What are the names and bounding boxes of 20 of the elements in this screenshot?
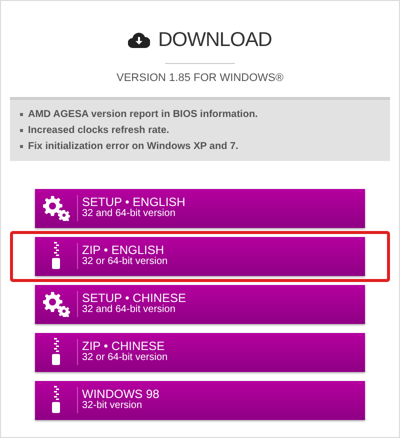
download-button[interactable]: ZIP • ENGLISH 32 or 64-bit version xyxy=(35,236,365,276)
page-title: DOWNLOAD xyxy=(158,28,272,53)
button-label: SETUP • ENGLISH xyxy=(82,197,186,208)
download-button[interactable]: WINDOWS 98 32-bit version xyxy=(35,380,365,420)
button-label: WINDOWS 98 xyxy=(82,389,160,400)
download-button[interactable]: SETUP • CHINESE 32 and 64-bit version xyxy=(35,284,365,324)
button-sublabel: 32 and 64-bit version xyxy=(82,208,176,219)
version-text: VERSION 1.85 FOR WINDOWS® xyxy=(116,71,284,86)
release-note: Increased clocks refresh rate. xyxy=(28,124,170,138)
button-sublabel: 32 or 64-bit version xyxy=(82,256,168,267)
button-sublabel: 32 or 64-bit version xyxy=(82,352,168,363)
button-label: SETUP • CHINESE xyxy=(82,293,186,304)
release-note: Fix initialization error on Windows XP and 7. xyxy=(28,140,238,154)
download-button[interactable]: ZIP • CHINESE 32 or 64-bit version xyxy=(35,332,365,372)
button-label: ZIP • CHINESE xyxy=(82,341,165,352)
download-button[interactable]: SETUP • ENGLISH 32 and 64-bit version xyxy=(35,188,365,228)
button-label: ZIP • ENGLISH xyxy=(82,245,164,256)
button-sublabel: 32-bit version xyxy=(82,400,144,411)
button-sublabel: 32 and 64-bit version xyxy=(82,304,176,315)
release-note: AMD AGESA version report in BIOS information. xyxy=(28,108,258,122)
